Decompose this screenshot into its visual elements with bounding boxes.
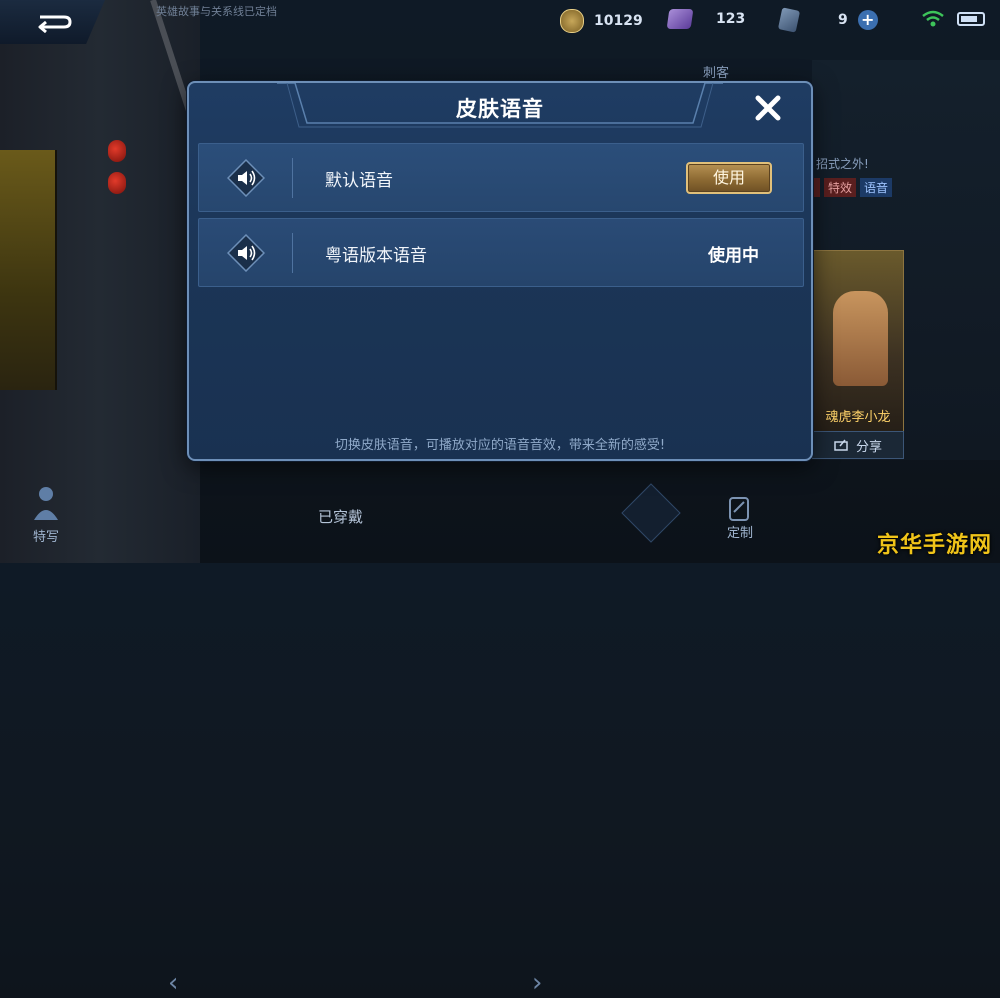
speaker-icon[interactable]: [227, 234, 265, 272]
voice-list: 默认语音 使用 粤语版本语音 使用中: [198, 143, 804, 293]
prev-skin-icon[interactable]: ‹: [168, 968, 178, 998]
row-divider: [292, 158, 293, 198]
row-divider: [292, 233, 293, 273]
watermark: 京华手游网: [876, 533, 992, 558]
speaker-icon[interactable]: [227, 159, 265, 197]
skin-voice-dialog: 皮肤语音 默认语音 使用 粤语版本语音 使用中 切换皮肤语音，可播放对应的语音音…: [187, 81, 813, 461]
next-skin-icon[interactable]: ›: [532, 968, 542, 998]
close-icon[interactable]: [753, 93, 783, 123]
voice-option-cantonese[interactable]: 粤语版本语音 使用中: [198, 218, 804, 287]
dialog-title: 皮肤语音: [456, 97, 544, 121]
voice-option-default[interactable]: 默认语音 使用: [198, 143, 804, 212]
dialog-header: 皮肤语音: [189, 83, 811, 131]
use-button[interactable]: 使用: [686, 162, 772, 194]
voice-option-label: 默认语音: [325, 171, 393, 191]
dialog-footer-hint: 切换皮肤语音，可播放对应的语音音效，带来全新的感受!: [334, 438, 666, 453]
in-use-status: 使用中: [708, 246, 759, 266]
voice-option-label: 粤语版本语音: [325, 246, 427, 266]
